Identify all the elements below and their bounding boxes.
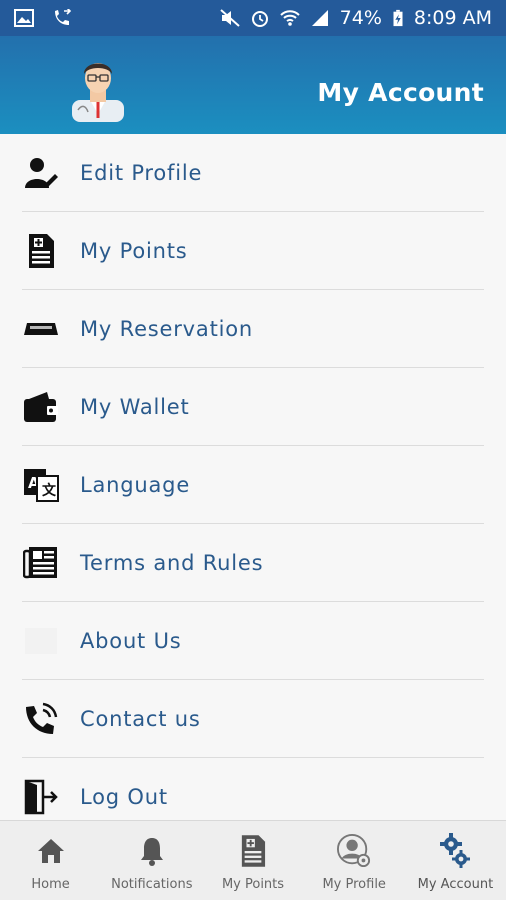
menu-item-language[interactable]: A文 Language [0,446,506,524]
clock: 8:09 AM [413,7,492,29]
newspaper-icon [22,544,60,582]
bottom-navigation: Home Notifications My Points My Profile [0,820,506,900]
menu-item-label: Terms and Rules [80,551,264,575]
menu-item-label: Edit Profile [80,161,203,185]
nav-tab-my-profile[interactable]: My Profile [304,821,405,900]
menu-item-my-points[interactable]: My Points [0,212,506,290]
account-menu: Edit Profile My Points My Reservation My… [0,134,506,820]
nav-tab-label: My Profile [322,877,386,892]
nav-tab-my-points[interactable]: My Points [202,821,303,900]
menu-item-about-us[interactable]: About Us [0,602,506,680]
language-icon: A文 [22,466,60,504]
profile-settings-icon [337,833,371,869]
nav-tab-home[interactable]: Home [0,821,101,900]
menu-item-label: Contact us [80,707,201,731]
battery-percent: 74% [339,7,382,29]
menu-item-terms-and-rules[interactable]: Terms and Rules [0,524,506,602]
wallet-icon [22,388,60,426]
battery-charging-icon [393,9,403,27]
doctor-avatar-icon [72,63,124,122]
gears-icon [438,833,472,869]
nav-tab-my-account[interactable]: My Account [405,821,506,900]
signal-icon [311,10,328,26]
gallery-notification-icon [14,9,34,27]
nav-tab-label: Notifications [111,877,193,892]
svg-text:文: 文 [42,482,57,499]
menu-item-edit-profile[interactable]: Edit Profile [0,134,506,212]
menu-item-label: My Wallet [80,395,190,419]
edit-profile-icon [22,154,60,192]
status-bar: 74% 8:09 AM [0,0,506,36]
mute-icon [219,9,240,27]
points-document-icon [236,833,270,869]
phone-icon [22,700,60,738]
nav-tab-notifications[interactable]: Notifications [101,821,202,900]
about-icon [22,622,60,660]
alarm-icon [251,11,268,27]
menu-item-my-wallet[interactable]: My Wallet [0,368,506,446]
app-header: My Account [0,36,506,134]
menu-item-label: About Us [80,629,182,653]
home-icon [34,833,68,869]
call-forward-icon [55,9,72,25]
menu-item-label: Log Out [80,785,168,809]
menu-item-label: My Reservation [80,317,254,341]
menu-item-my-reservation[interactable]: My Reservation [0,290,506,368]
nav-tab-label: My Account [417,877,494,892]
bell-icon [135,833,169,869]
nav-tab-label: Home [31,877,70,892]
points-document-icon [22,232,60,270]
nav-tab-label: My Points [221,877,285,892]
page-title: My Account [317,78,484,107]
reservation-icon [22,310,60,348]
logout-icon [22,778,60,816]
menu-item-label: My Points [80,239,188,263]
wifi-icon [279,10,300,26]
menu-item-label: Language [80,473,191,497]
menu-item-contact-us[interactable]: Contact us [0,680,506,758]
